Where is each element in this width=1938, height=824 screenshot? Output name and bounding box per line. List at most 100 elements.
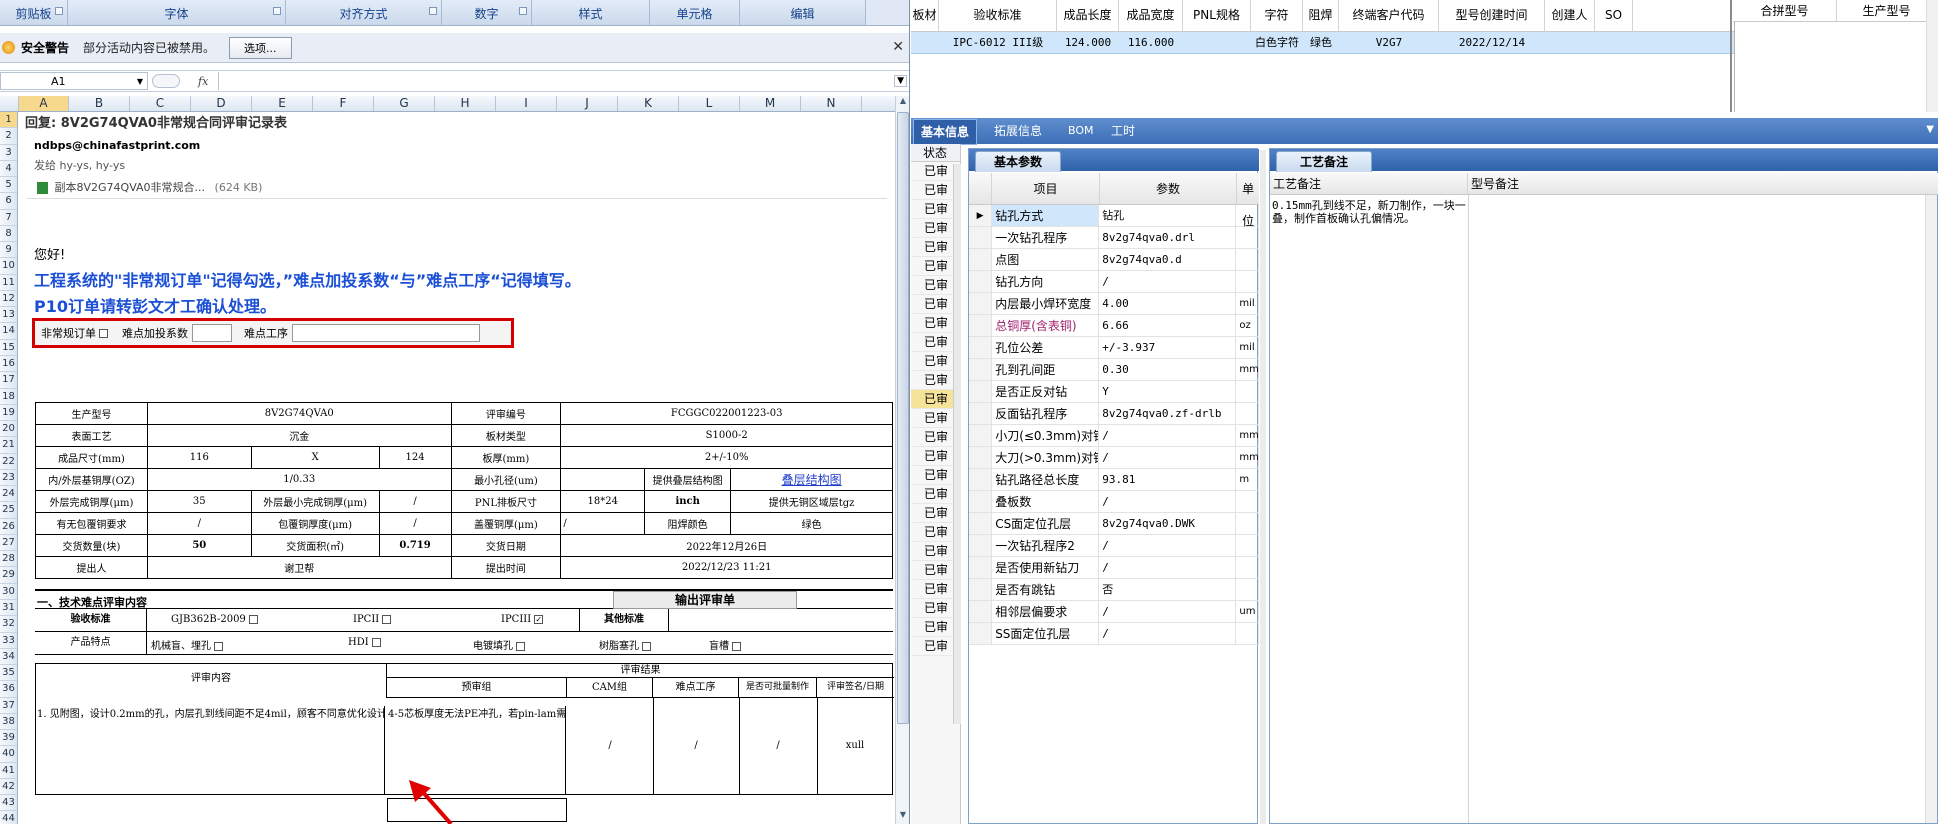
row-header[interactable]: 12 — [0, 291, 17, 308]
table-row[interactable]: 孔到孔间距 0.30 mm — [969, 359, 1259, 381]
feat3-checkbox[interactable] — [516, 642, 525, 651]
column-header-b[interactable]: B — [69, 96, 130, 111]
row-header[interactable]: 24 — [0, 486, 17, 503]
feat2-checkbox[interactable] — [371, 638, 381, 647]
vertical-scrollbar[interactable] — [1925, 195, 1937, 823]
cell[interactable]: 2022/12/14 — [1439, 32, 1545, 53]
row-header[interactable]: 11 — [0, 275, 17, 291]
function-icon[interactable]: fx — [198, 75, 208, 88]
std2-checkbox[interactable] — [382, 615, 392, 624]
dialog-launcher-icon[interactable] — [429, 7, 437, 15]
row-header[interactable]: 39 — [0, 730, 17, 747]
feat4-checkbox[interactable] — [642, 642, 651, 651]
param-value[interactable]: 0.30 — [1099, 359, 1237, 380]
table-row[interactable]: 小刀(≤0.3mm)对钻深度/mm — [969, 425, 1259, 447]
param-value[interactable]: / — [1099, 623, 1237, 644]
tab-extended-info[interactable]: 拓展信息 — [987, 119, 1049, 143]
cell[interactable]: IPC-6012 III级 — [939, 32, 1057, 53]
table-row[interactable]: 是否正反对钻 Y — [969, 381, 1259, 403]
param-value[interactable]: +/-3.937 — [1099, 337, 1237, 358]
table-row[interactable]: 总铜厚(含表铜) 6.66 oz — [969, 315, 1259, 337]
cell[interactable]: V2G7 — [1339, 32, 1439, 53]
ribbon-group-alignment[interactable]: 对齐方式 — [286, 0, 442, 26]
param-value[interactable]: / — [1099, 601, 1237, 622]
column-header[interactable]: 创建人 — [1545, 0, 1595, 31]
row-header[interactable]: 33 — [0, 633, 17, 649]
row-header[interactable]: 13 — [0, 307, 17, 324]
param-value[interactable]: / — [1099, 535, 1237, 556]
column-header-k[interactable]: K — [618, 96, 679, 111]
row-header[interactable]: 18 — [0, 389, 17, 405]
model-note-text[interactable] — [1470, 199, 1910, 219]
table-row[interactable]: 反面钻孔程序 8v2g74qva0.zf-drlb — [969, 403, 1259, 425]
row-header[interactable]: 36 — [0, 681, 17, 698]
row-header[interactable]: 20 — [0, 421, 17, 438]
column-header[interactable]: SO — [1595, 0, 1633, 31]
vertical-scrollbar[interactable] — [1926, 0, 1938, 112]
tab-bom[interactable]: BOM — [1061, 119, 1101, 143]
dialog-launcher-icon[interactable] — [519, 7, 527, 15]
tab-process-notes[interactable]: 工艺备注 — [1276, 151, 1372, 172]
feat1-checkbox[interactable] — [214, 642, 223, 651]
row-header[interactable]: 15 — [0, 340, 17, 356]
table-row[interactable]: 内层最小焊环宽度 4.00 mil — [969, 293, 1259, 315]
row-header[interactable]: 41 — [0, 763, 17, 779]
security-options-button[interactable]: 选项... — [229, 36, 292, 59]
cell[interactable] — [911, 32, 939, 53]
row-header[interactable]: 7 — [0, 210, 17, 226]
param-value[interactable]: 8v2g74qva0.drl — [1099, 227, 1237, 248]
row-header[interactable]: 23 — [0, 470, 17, 487]
table-row[interactable]: 孔位公差 +/-3.937 mil — [969, 337, 1259, 359]
param-value[interactable]: 93.81 — [1099, 469, 1237, 490]
cell[interactable]: 124.000 — [1057, 32, 1119, 53]
column-header[interactable]: 单位 — [1237, 173, 1259, 228]
table-row[interactable]: 一次钻孔程序2/ — [969, 535, 1259, 557]
column-header-j[interactable]: J — [557, 96, 618, 111]
table-row[interactable]: 点图 8v2g74qva0.d — [969, 249, 1259, 271]
tab-work-hours[interactable]: 工时 — [1104, 119, 1142, 143]
column-header-f[interactable]: F — [313, 96, 374, 111]
row-header[interactable]: 34 — [0, 649, 17, 666]
column-header[interactable]: 型号备注 — [1468, 173, 1938, 194]
ribbon-group-styles[interactable]: 样式 — [532, 0, 650, 26]
column-header[interactable]: 阻焊 — [1303, 0, 1339, 31]
column-header[interactable]: PNL规格 — [1183, 0, 1251, 31]
name-box[interactable]: A1 ▼ — [0, 72, 148, 90]
column-header[interactable]: 项目 — [992, 173, 1100, 204]
row-header[interactable]: 4 — [0, 161, 17, 178]
row-header[interactable]: 29 — [0, 567, 17, 584]
column-header[interactable]: 板材 — [911, 0, 939, 31]
row-header[interactable]: 44 — [0, 811, 17, 824]
select-all-corner[interactable] — [0, 96, 19, 111]
param-value[interactable]: / — [1099, 271, 1237, 292]
column-header-l[interactable]: L — [679, 96, 740, 111]
table-row[interactable]: 钻孔路径总长度 93.81 m — [969, 469, 1259, 491]
row-header[interactable]: 35 — [0, 665, 17, 682]
cell[interactable] — [1183, 32, 1251, 53]
param-value[interactable]: Y — [1099, 381, 1237, 402]
row-header[interactable]: 10 — [0, 258, 17, 275]
column-header-m[interactable]: M — [740, 96, 801, 111]
row-header[interactable]: 42 — [0, 779, 17, 796]
row-header[interactable]: 16 — [0, 356, 17, 373]
column-header-g[interactable]: G — [374, 96, 435, 111]
scroll-thumb[interactable] — [897, 112, 909, 724]
vertical-scrollbar[interactable]: ▲ ▼ — [895, 96, 909, 824]
row-header[interactable]: 25 — [0, 502, 17, 519]
row-header[interactable]: 21 — [0, 437, 17, 454]
row-header[interactable]: 8 — [0, 226, 17, 243]
cell[interactable]: 116.000 — [1119, 32, 1183, 53]
stackup-link[interactable]: 叠层结构图 — [730, 468, 893, 491]
column-header[interactable]: 成品长度 — [1057, 0, 1119, 31]
column-header[interactable]: 字符 — [1251, 0, 1303, 31]
column-header-h[interactable]: H — [435, 96, 496, 111]
cell[interactable]: 白色字符 — [1251, 32, 1303, 53]
ribbon-group-editing[interactable]: 编辑 — [740, 0, 866, 26]
row-header[interactable]: 9 — [0, 242, 17, 259]
column-header[interactable]: 成品宽度 — [1119, 0, 1183, 31]
table-row[interactable]: 一次钻孔程序 8v2g74qva0.drl — [969, 227, 1259, 249]
row-header[interactable]: 31 — [0, 600, 17, 617]
cell[interactable] — [1595, 32, 1633, 53]
row-header[interactable]: 1 — [0, 112, 17, 129]
param-value[interactable]: 4.00 — [1099, 293, 1237, 314]
